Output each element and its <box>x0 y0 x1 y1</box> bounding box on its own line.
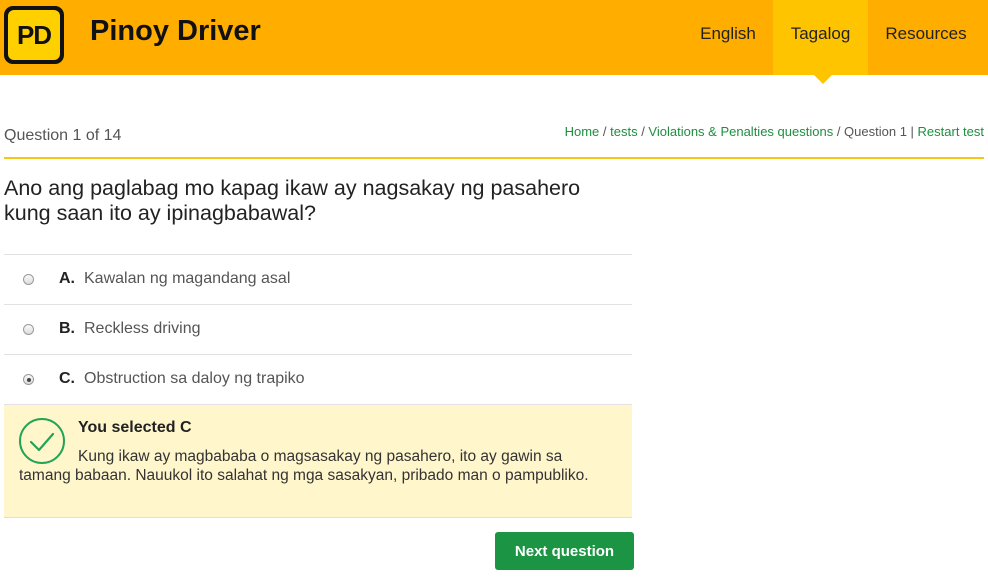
question-text: Ano ang paglabag mo kapag ikaw ay nagsak… <box>4 176 581 225</box>
question-counter: Question 1 of 14 <box>4 127 122 144</box>
feedback-title: You selected C <box>78 419 192 436</box>
radio-button-b[interactable] <box>23 324 34 335</box>
option-b[interactable]: B. Reckless driving <box>4 305 632 355</box>
site-header: PD Pinoy Driver English Tagalog Resource… <box>0 0 988 75</box>
header-divider <box>4 157 984 159</box>
option-letter: B. <box>59 320 75 337</box>
breadcrumb-tests[interactable]: tests <box>610 124 637 139</box>
breadcrumb-separator: | <box>906 124 918 139</box>
breadcrumb-category[interactable]: Violations & Penalties questions <box>648 124 833 139</box>
breadcrumb-separator: / <box>599 124 611 139</box>
breadcrumb: Home / tests / Violations & Penalties qu… <box>565 124 984 139</box>
breadcrumb-separator: / <box>637 124 649 139</box>
site-logo[interactable]: PD <box>4 6 64 64</box>
radio-button-c[interactable] <box>23 374 34 385</box>
logo-text: PD <box>8 10 60 60</box>
option-letter: A. <box>59 270 75 287</box>
breadcrumb-current: Question 1 <box>844 124 907 139</box>
active-tab-caret-icon <box>814 75 832 84</box>
feedback-explanation: Kung ikaw ay magbababa o magsasakay ng p… <box>19 448 589 484</box>
answer-feedback: You selected C Kung ikaw ay magbababa o … <box>4 405 632 518</box>
nav-resources[interactable]: Resources <box>873 0 979 75</box>
breadcrumb-separator: / <box>833 124 845 139</box>
breadcrumb-home[interactable]: Home <box>565 124 600 139</box>
option-text: Obstruction sa daloy ng trapiko <box>84 370 305 387</box>
next-question-button[interactable]: Next question <box>495 532 634 570</box>
radio-button-a[interactable] <box>23 274 34 285</box>
option-text: Reckless driving <box>84 320 201 337</box>
option-text: Kawalan ng magandang asal <box>84 270 291 287</box>
restart-test-link[interactable]: Restart test <box>918 124 984 139</box>
site-title[interactable]: Pinoy Driver <box>90 15 261 48</box>
option-letter: C. <box>59 370 75 387</box>
option-a[interactable]: A. Kawalan ng magandang asal <box>4 255 632 305</box>
option-c[interactable]: C. Obstruction sa daloy ng trapiko <box>4 355 632 405</box>
answer-options: A. Kawalan ng magandang asal B. Reckless… <box>4 254 632 405</box>
nav-english[interactable]: English <box>686 0 770 75</box>
nav-tagalog[interactable]: Tagalog <box>773 0 868 75</box>
